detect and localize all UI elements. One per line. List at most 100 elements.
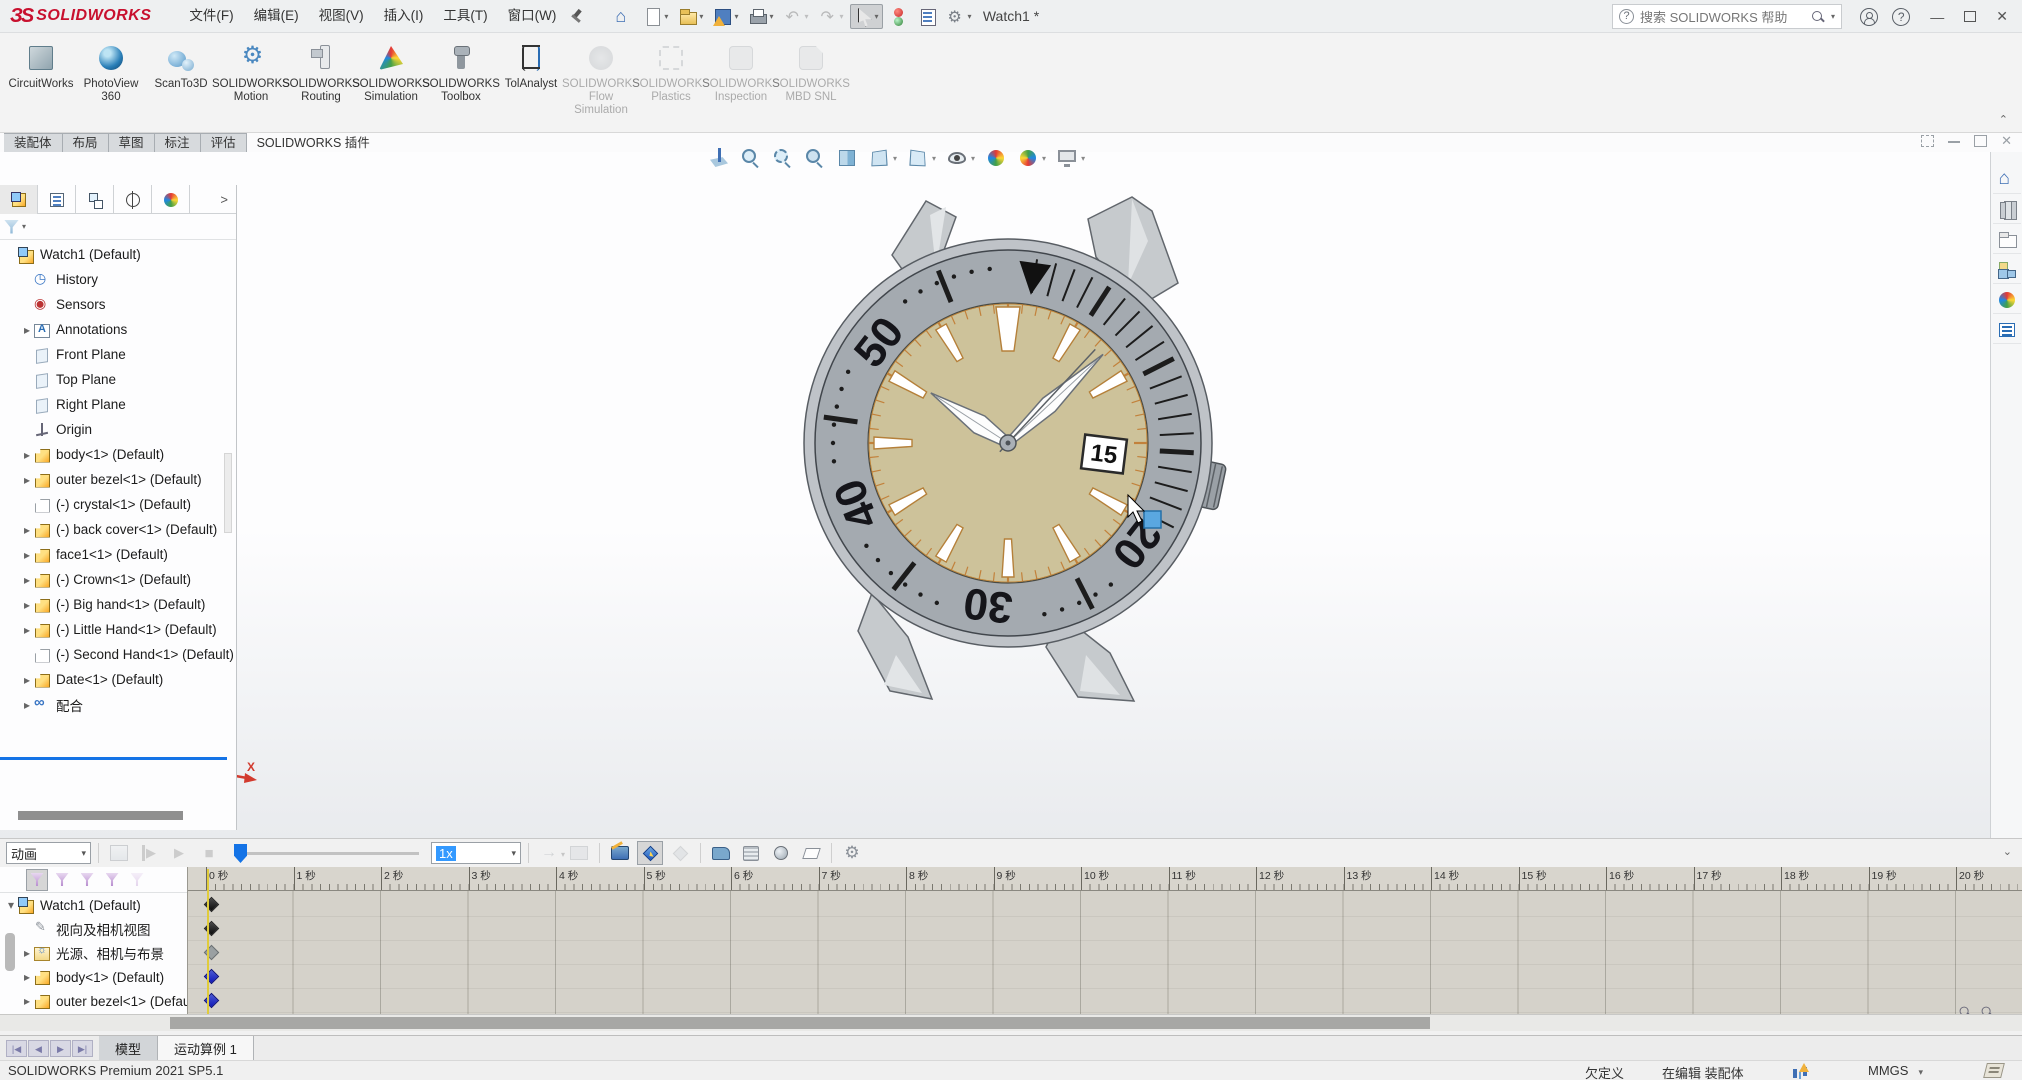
rollback-bar[interactable]	[0, 757, 227, 760]
timeline-row[interactable]	[188, 989, 2022, 1013]
quick-tool-button[interactable]	[744, 4, 777, 29]
expand-arrow-icon[interactable]	[20, 970, 34, 984]
motion-tree-item[interactable]: outer bezel<1> (Default)	[0, 989, 187, 1013]
expand-arrow-icon[interactable]	[20, 623, 34, 637]
feature-panel-tab[interactable]	[0, 185, 38, 214]
play-button[interactable]	[166, 841, 192, 865]
quick-tool-button[interactable]	[779, 4, 812, 29]
task-pane-button[interactable]	[1993, 316, 2021, 344]
motion-filter-button[interactable]	[126, 869, 148, 891]
study-type-combo[interactable]: 动画▾	[6, 842, 91, 864]
timeline-row[interactable]	[188, 917, 2022, 941]
menu-item[interactable]: 文件(F)	[179, 0, 243, 32]
expand-arrow-icon[interactable]	[20, 598, 34, 612]
feature-tree-item[interactable]: body<1> (Default)	[0, 442, 236, 467]
motion-tree-item[interactable]: body<1> (Default)	[0, 965, 187, 989]
expand-arrow-icon[interactable]	[20, 673, 34, 687]
animation-wizard-button[interactable]	[607, 841, 633, 865]
help-icon[interactable]: ?	[1892, 8, 1910, 26]
tree-vertical-scrollbar[interactable]	[224, 453, 232, 533]
collapse-markers-button[interactable]	[798, 841, 824, 865]
command-tab[interactable]: 布局	[63, 133, 109, 153]
scrollbar-thumb[interactable]	[170, 1017, 1430, 1029]
menu-item[interactable]: 插入(I)	[374, 0, 434, 32]
annotation-tag-icon[interactable]	[1983, 1063, 2005, 1078]
viewport-restore-icon[interactable]	[1974, 135, 1987, 147]
feature-tree-item[interactable]: Sensors	[0, 292, 236, 317]
timeline-row[interactable]	[188, 893, 2022, 917]
addin-button[interactable]: CircuitWorks	[6, 39, 76, 127]
motion-filter-button[interactable]	[101, 869, 123, 891]
expand-arrow-icon[interactable]	[20, 548, 34, 562]
feature-tree-item[interactable]: (-) Crown<1> (Default)	[0, 567, 236, 592]
menu-item[interactable]: 编辑(E)	[244, 0, 309, 32]
motion-tree-item[interactable]: 视向及相机视图	[0, 917, 187, 941]
play-from-start-button[interactable]	[136, 841, 162, 865]
stop-button[interactable]	[196, 841, 222, 865]
slider-thumb[interactable]	[234, 844, 247, 863]
feature-tree-item[interactable]: (-) crystal<1> (Default)	[0, 492, 236, 517]
addin-button[interactable]: SOLIDWORKS Toolbox	[426, 39, 496, 127]
addin-button[interactable]: PhotoView 360	[76, 39, 146, 127]
heads-up-button[interactable]	[905, 145, 938, 171]
command-tab[interactable]: 评估	[201, 133, 247, 153]
search-input[interactable]: 搜索 SOLIDWORKS 帮助	[1640, 7, 1805, 26]
feature-tree-item[interactable]: Watch1 (Default)	[0, 242, 236, 267]
heads-up-button[interactable]	[1015, 145, 1048, 171]
addin-button[interactable]: SOLIDWORKS Simulation	[356, 39, 426, 127]
viewport-frame-icon[interactable]	[1921, 135, 1934, 147]
heads-up-button[interactable]	[706, 145, 732, 171]
help-search-box[interactable]: ? 搜索 SOLIDWORKS 帮助 ▾	[1612, 4, 1842, 29]
quick-tool-button[interactable]	[914, 4, 941, 29]
menu-item[interactable]: 视图(V)	[309, 0, 374, 32]
panel-expand-icon[interactable]: >	[190, 185, 236, 213]
feature-tree-item[interactable]: (-) Little Hand<1> (Default)	[0, 617, 236, 642]
heads-up-button[interactable]	[866, 145, 899, 171]
study-tab[interactable]: 模型	[99, 1036, 158, 1060]
menu-item[interactable]: 窗口(W)	[498, 0, 567, 32]
search-dropdown-icon[interactable]: ▾	[1831, 12, 1835, 21]
tree-horizontal-scrollbar[interactable]	[0, 808, 227, 823]
search-icon[interactable]	[1811, 10, 1825, 24]
motion-tree-scrollbar[interactable]	[5, 933, 15, 971]
addin-button[interactable]: SOLIDWORKS Routing	[286, 39, 356, 127]
expand-arrow-icon[interactable]	[20, 473, 34, 487]
calculate-button[interactable]	[106, 841, 132, 865]
feature-tree-item[interactable]: Date<1> (Default)	[0, 667, 236, 692]
heads-up-button[interactable]	[983, 145, 1009, 171]
task-pane-button[interactable]	[1993, 196, 2021, 224]
expand-arrow-icon[interactable]	[20, 523, 34, 537]
feature-tree-item[interactable]: outer bezel<1> (Default)	[0, 467, 236, 492]
camera-view-button[interactable]	[708, 841, 734, 865]
quick-tool-button[interactable]	[885, 4, 912, 29]
motion-options-button[interactable]	[839, 841, 865, 865]
expand-arrow-icon[interactable]	[20, 994, 34, 1008]
timeline-position-slider[interactable]	[234, 842, 419, 864]
feature-tree-item[interactable]: Origin	[0, 417, 236, 442]
addin-button[interactable]: SOLIDWORKS MBD SNL	[776, 39, 846, 127]
restore-button[interactable]	[1964, 11, 1976, 22]
feature-tree-item[interactable]: History	[0, 267, 236, 292]
filter-funnel-icon[interactable]	[4, 220, 19, 234]
timeline-horizontal-scrollbar[interactable]	[0, 1014, 2022, 1031]
results-button[interactable]	[738, 841, 764, 865]
quick-tool-button[interactable]	[814, 4, 847, 29]
quick-tool-button[interactable]	[709, 4, 742, 29]
addin-button[interactable]: SOLIDWORKS Flow Simulation	[566, 39, 636, 127]
feature-tree-item[interactable]: 配合	[0, 692, 236, 717]
addin-button[interactable]: SOLIDWORKS Plastics	[636, 39, 706, 127]
heads-up-button[interactable]	[1054, 145, 1087, 171]
motion-filter-button[interactable]	[26, 869, 48, 891]
motion-filter-button[interactable]	[51, 869, 73, 891]
expand-arrow-icon[interactable]	[20, 323, 34, 337]
autokey-button[interactable]	[637, 841, 663, 865]
last-tab-icon[interactable]: ▶|	[72, 1040, 93, 1057]
feature-tree-item[interactable]: face1<1> (Default)	[0, 542, 236, 567]
timeline-row[interactable]	[188, 941, 2022, 965]
pin-toolbar-icon[interactable]	[568, 7, 586, 25]
user-account-icon[interactable]	[1860, 8, 1878, 26]
feature-tree-item[interactable]: (-) back cover<1> (Default)	[0, 517, 236, 542]
motion-tree-item[interactable]: 光源、相机与布景	[0, 941, 187, 965]
task-pane-button[interactable]	[1993, 256, 2021, 284]
timebar-cursor[interactable]	[207, 869, 209, 1014]
